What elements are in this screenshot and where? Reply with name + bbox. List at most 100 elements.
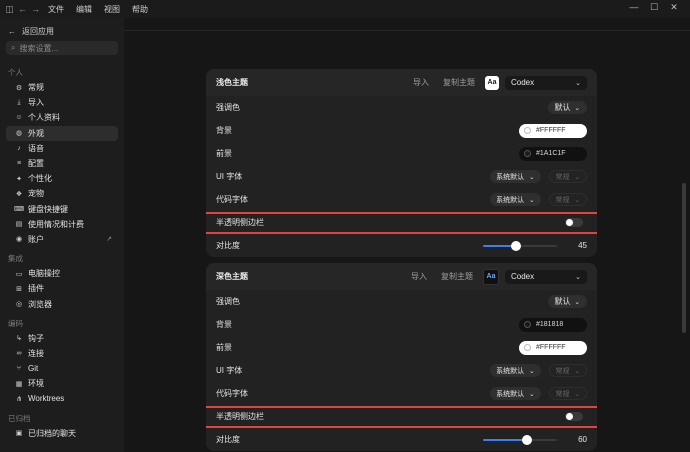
sidebar-item-label: 个人资料 xyxy=(28,113,60,123)
sidebar-item-plugin[interactable]: ⊞ 插件 xyxy=(6,281,118,296)
sidebar-item-label: Worktrees xyxy=(28,394,65,404)
sidebar-item-user[interactable]: ☺ 个人资料 xyxy=(6,110,118,125)
menu-edit[interactable]: 编辑 xyxy=(76,4,92,15)
ui-font-weight-select[interactable]: 常规 ⌄ xyxy=(548,364,587,377)
settings-search-input[interactable]: ⌕ 搜索设置... xyxy=(6,41,118,55)
ui-font-weight-select[interactable]: 常规 ⌄ xyxy=(548,170,587,183)
sidebar-item-sparkle[interactable]: ✦ 个性化 xyxy=(6,171,118,186)
sidebar-item-environment[interactable]: ▦ 环境 xyxy=(6,376,118,391)
foreground-color-input[interactable]: #1A1C1F xyxy=(519,146,587,161)
sidebar-item-archive[interactable]: ▣ 已归档的聊天 xyxy=(6,426,118,441)
toggle-knob xyxy=(566,219,573,226)
back-arrow-icon[interactable]: ← xyxy=(16,4,29,14)
account-icon: ◉ xyxy=(15,236,23,244)
color-swatch[interactable] xyxy=(524,127,531,134)
accent-value: 默认 xyxy=(554,297,571,306)
light-theme-header: 浅色主题 导入 复制主题 Aa Codex ⌄ xyxy=(206,69,597,96)
background-color-input[interactable]: #181818 xyxy=(519,317,587,332)
sidebar-item-microphone[interactable]: ♪ 语音 xyxy=(6,141,118,156)
back-to-app-button[interactable]: ← 返回应用 xyxy=(0,18,124,41)
slider-handle[interactable] xyxy=(511,240,522,251)
dark-theme-card: 深色主题 导入 复制主题 Aa Codex ⌄ 强调色 默认 ⌄ 背景 #181… xyxy=(206,263,597,451)
back-arrow-icon: ← xyxy=(8,27,16,36)
slider-handle[interactable] xyxy=(522,434,533,445)
color-swatch[interactable] xyxy=(524,321,531,328)
import-theme-button[interactable]: 导入 xyxy=(411,271,427,282)
code-font-row: 代码字体 系统默认 ⌄ 常规 ⌄ xyxy=(206,188,597,211)
sidebar-item-sliders[interactable]: ≡ 配置 xyxy=(6,156,118,171)
sidebar-item-computer[interactable]: ▭ 电脑操控 xyxy=(6,266,118,281)
light-theme-select[interactable]: Codex ⌄ xyxy=(505,75,587,90)
foreground-label: 前景 xyxy=(216,149,232,158)
sidebar-item-label: 账户 xyxy=(28,234,44,244)
contrast-slider[interactable] xyxy=(483,240,557,251)
highlight-box xyxy=(206,212,597,234)
code-font-select[interactable]: 系统默认 ⌄ xyxy=(490,193,541,206)
sidebar-item-download[interactable]: ⤓ 导入 xyxy=(6,95,118,110)
accent-select[interactable]: 默认 ⌄ xyxy=(547,101,587,114)
contrast-label: 对比度 xyxy=(216,241,240,250)
dark-theme-title: 深色主题 xyxy=(216,272,248,281)
close-icon[interactable]: ✕ xyxy=(664,2,684,13)
background-row: 背景 #181818 xyxy=(206,313,597,336)
sidebar-item-account[interactable]: ◉ 账户 ↗ xyxy=(6,232,118,247)
keyboard-icon: ⌨ xyxy=(14,206,25,214)
sidebar-item-label: 环境 xyxy=(28,379,44,389)
code-font-row: 代码字体 系统默认 ⌄ 常规 ⌄ xyxy=(206,382,597,405)
contrast-label: 对比度 xyxy=(216,435,240,444)
ui-font-select[interactable]: 系统默认 ⌄ xyxy=(490,364,541,377)
accent-label: 强调色 xyxy=(216,103,240,112)
accent-select[interactable]: 默认 ⌄ xyxy=(547,295,587,308)
color-swatch[interactable] xyxy=(524,344,531,351)
code-font-weight-select[interactable]: 常规 ⌄ xyxy=(548,387,587,400)
color-swatch[interactable] xyxy=(524,150,531,157)
sidebar-item-label: 键盘快捷键 xyxy=(28,204,68,214)
sidebar-item-keyboard[interactable]: ⌨ 键盘快捷键 xyxy=(6,202,118,217)
theme-preview-icon: Aa xyxy=(485,75,499,90)
chevron-down-icon: ⌄ xyxy=(575,273,581,281)
minimize-icon[interactable]: — xyxy=(624,2,644,13)
menu-view[interactable]: 视图 xyxy=(104,4,120,15)
sidebar-item-link[interactable]: ∞ 连接 xyxy=(6,346,118,361)
code-font-select[interactable]: 系统默认 ⌄ xyxy=(490,387,541,400)
forward-arrow-icon[interactable]: → xyxy=(29,4,42,14)
maximize-icon[interactable]: ☐ xyxy=(644,2,664,13)
dark-theme-select[interactable]: Codex ⌄ xyxy=(505,269,587,284)
sidebar-item-hook[interactable]: ↳ 钩子 xyxy=(6,331,118,346)
sidebar-item-palette[interactable]: ◍ 外观 xyxy=(6,125,118,141)
translucent-sidebar-toggle[interactable] xyxy=(565,412,583,421)
copy-theme-button[interactable]: 复制主题 xyxy=(443,77,475,88)
theme-select-value: Codex xyxy=(511,272,535,281)
download-icon: ⤓ xyxy=(17,98,21,106)
sidebar-item-browser[interactable]: ◎ 浏览器 xyxy=(6,296,118,311)
code-font-weight-value: 常规 xyxy=(555,196,570,204)
contrast-row: 对比度 60 xyxy=(206,428,597,451)
code-font-weight-select[interactable]: 常规 ⌄ xyxy=(548,193,587,206)
sidebar-item-git[interactable]: ⑂ Git xyxy=(6,361,118,376)
sidebar-item-gear[interactable]: ⚙ 常规 xyxy=(6,80,118,95)
sidebar-toggle-icon[interactable]: ◫ xyxy=(3,4,16,15)
scrollbar[interactable] xyxy=(682,183,686,333)
copy-theme-button[interactable]: 复制主题 xyxy=(441,271,473,282)
sidebar-section-label: 个人 xyxy=(8,68,23,77)
translucent-sidebar-label: 半透明侧边栏 xyxy=(216,218,264,227)
import-theme-button[interactable]: 导入 xyxy=(413,77,429,88)
browser-icon: ◎ xyxy=(15,301,23,309)
sidebar-item-chart[interactable]: ▤ 使用情况和计费 xyxy=(6,217,118,232)
foreground-color-input[interactable]: #FFFFFF xyxy=(519,340,587,355)
search-icon: ⌕ xyxy=(11,43,16,52)
background-color-input[interactable]: #FFFFFF xyxy=(519,123,587,138)
sidebar-item-pet[interactable]: ❖ 宠物 xyxy=(6,186,118,201)
menu-file[interactable]: 文件 xyxy=(48,4,64,15)
sidebar-item-label: 已归档的聊天 xyxy=(28,428,76,438)
ui-font-weight-value: 常规 xyxy=(555,367,570,375)
worktree-icon: ⋔ xyxy=(16,395,22,403)
contrast-slider[interactable] xyxy=(483,434,557,445)
sidebar-item-label: 浏览器 xyxy=(28,299,52,309)
theme-select-value: Codex xyxy=(511,78,535,87)
menu-help[interactable]: 帮助 xyxy=(132,4,148,15)
ui-font-select[interactable]: 系统默认 ⌄ xyxy=(490,170,541,183)
translucent-sidebar-toggle[interactable] xyxy=(565,218,583,227)
chevron-down-icon: ⌄ xyxy=(529,196,535,204)
sidebar-item-worktree[interactable]: ⋔ Worktrees xyxy=(6,391,118,406)
